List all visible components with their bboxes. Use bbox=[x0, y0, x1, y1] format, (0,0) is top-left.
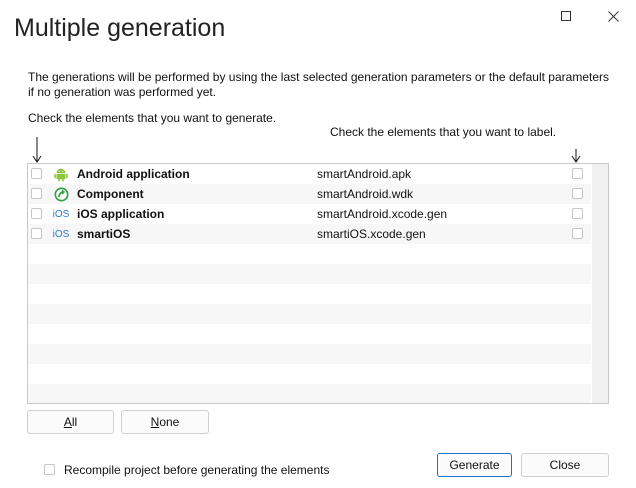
list-item[interactable]: Android application smartAndroid.apk bbox=[28, 164, 591, 184]
intro-text: The generations will be performed by usi… bbox=[28, 70, 609, 99]
label-checkbox[interactable] bbox=[572, 168, 583, 179]
list-item[interactable]: iOS iOS application smartAndroid.xcode.g… bbox=[28, 204, 591, 224]
maximize-button[interactable] bbox=[556, 6, 576, 26]
item-name: Component bbox=[77, 187, 144, 201]
item-name: iOS application bbox=[77, 207, 165, 221]
hint-generate: Check the elements that you want to gene… bbox=[28, 111, 277, 125]
ios-icon: iOS bbox=[52, 228, 70, 240]
hint-label: Check the elements that you want to labe… bbox=[330, 125, 557, 139]
vertical-scrollbar[interactable] bbox=[592, 164, 608, 403]
select-all-button[interactable]: All bbox=[27, 410, 114, 434]
item-file: smartAndroid.apk bbox=[317, 167, 412, 181]
maximize-icon bbox=[560, 10, 571, 21]
item-name: smartiOS bbox=[77, 227, 131, 241]
label-checkbox[interactable] bbox=[572, 208, 583, 219]
generate-button[interactable]: Generate bbox=[437, 453, 512, 477]
item-name: Android application bbox=[77, 167, 190, 181]
arrow-down-icon bbox=[571, 149, 581, 163]
item-file: smartiOS.xcode.gen bbox=[317, 227, 426, 241]
none-label-rest: one bbox=[159, 415, 180, 429]
arrow-down-icon bbox=[32, 137, 42, 163]
label-checkbox[interactable] bbox=[572, 228, 583, 239]
dialog-title: Multiple generation bbox=[14, 14, 226, 42]
elements-list[interactable]: Android application smartAndroid.apk Com… bbox=[27, 163, 609, 404]
ios-icon: iOS bbox=[52, 208, 70, 220]
item-file: smartAndroid.wdk bbox=[317, 187, 414, 201]
close-button[interactable]: Close bbox=[521, 453, 609, 477]
label-checkbox[interactable] bbox=[572, 188, 583, 199]
android-icon bbox=[53, 166, 69, 182]
close-icon bbox=[607, 10, 619, 22]
generate-checkbox[interactable] bbox=[31, 228, 42, 239]
select-none-button[interactable]: None bbox=[121, 410, 209, 434]
list-item[interactable]: iOS smartiOS smartiOS.xcode.gen bbox=[28, 224, 591, 244]
recompile-label[interactable]: Recompile project before generating the … bbox=[64, 463, 330, 477]
generate-checkbox[interactable] bbox=[31, 208, 42, 219]
close-window-button[interactable] bbox=[603, 6, 623, 26]
item-file: smartAndroid.xcode.gen bbox=[317, 207, 448, 221]
all-accelerator: A bbox=[63, 415, 72, 429]
generate-checkbox[interactable] bbox=[31, 168, 42, 179]
recompile-checkbox[interactable] bbox=[44, 464, 55, 475]
component-icon bbox=[53, 186, 69, 202]
generate-checkbox[interactable] bbox=[31, 188, 42, 199]
list-item[interactable]: Component smartAndroid.wdk bbox=[28, 184, 591, 204]
none-accelerator: N bbox=[150, 415, 160, 429]
all-label-rest: ll bbox=[71, 415, 78, 429]
